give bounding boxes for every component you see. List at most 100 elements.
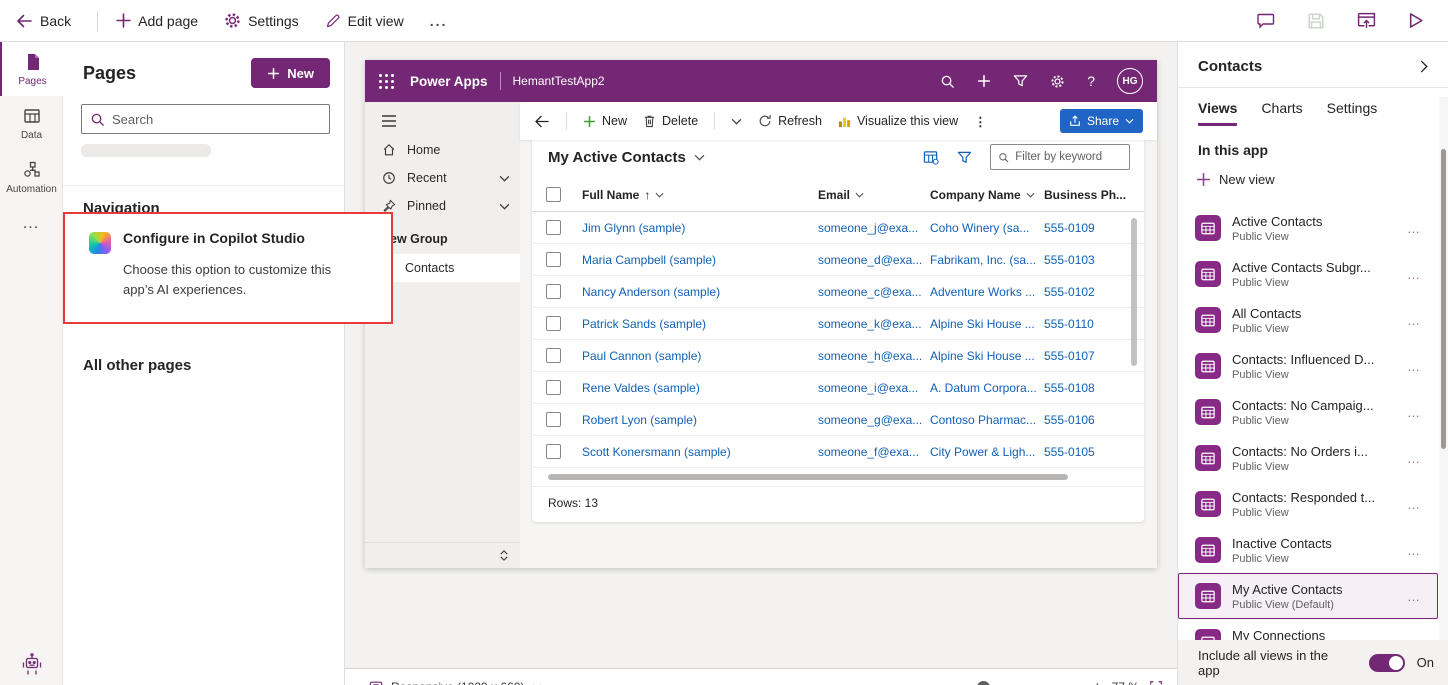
- app-gear-icon[interactable]: [1050, 74, 1065, 89]
- cell-full-name[interactable]: Robert Lyon (sample): [582, 413, 818, 427]
- panel-scrollbar-track[interactable]: [1439, 97, 1448, 640]
- cell-company[interactable]: City Power & Ligh...: [930, 445, 1044, 459]
- table-row[interactable]: Robert Lyon (sample) someone_g@exa... Co…: [532, 404, 1144, 436]
- table-row[interactable]: Patrick Sands (sample) someone_k@exa... …: [532, 308, 1144, 340]
- new-page-button[interactable]: New: [251, 58, 330, 88]
- rail-more-button[interactable]: ...: [0, 204, 62, 244]
- fit-to-screen-icon[interactable]: [1149, 680, 1163, 685]
- cell-email[interactable]: someone_g@exa...: [818, 413, 930, 427]
- select-all-checkbox[interactable]: [546, 187, 561, 202]
- table-row[interactable]: Nancy Anderson (sample) someone_c@exa...…: [532, 276, 1144, 308]
- avatar[interactable]: HG: [1117, 68, 1143, 94]
- tab-settings[interactable]: Settings: [1327, 100, 1378, 126]
- view-title-dropdown[interactable]: My Active Contacts: [548, 149, 705, 166]
- view-list-item[interactable]: Contacts: No Orders i... Public View …: [1178, 435, 1438, 481]
- cell-company[interactable]: A. Datum Corpora...: [930, 381, 1044, 395]
- row-checkbox[interactable]: [546, 412, 561, 427]
- cell-full-name[interactable]: Jim Glynn (sample): [582, 221, 818, 235]
- tab-views[interactable]: Views: [1198, 100, 1237, 126]
- cell-email[interactable]: someone_h@exa...: [818, 349, 930, 363]
- row-checkbox[interactable]: [546, 252, 561, 267]
- app-filter-icon[interactable]: [1013, 74, 1028, 88]
- hamburger-icon[interactable]: [365, 102, 520, 136]
- rail-item-pages[interactable]: Pages: [0, 42, 63, 96]
- zoom-slider-thumb[interactable]: [977, 681, 990, 685]
- cell-phone[interactable]: 555-0109: [1044, 221, 1128, 235]
- row-checkbox[interactable]: [546, 380, 561, 395]
- view-list-item[interactable]: My Connections Public View …: [1178, 619, 1438, 640]
- column-header-email[interactable]: Email: [818, 188, 930, 202]
- view-more-button[interactable]: …: [1407, 497, 1427, 512]
- view-list-item[interactable]: Contacts: Influenced D... Public View …: [1178, 343, 1438, 389]
- view-more-button[interactable]: …: [1407, 359, 1427, 374]
- table-row[interactable]: Paul Cannon (sample) someone_h@exa... Al…: [532, 340, 1144, 372]
- app-add-icon[interactable]: [977, 74, 991, 88]
- cell-phone[interactable]: 555-0107: [1044, 349, 1128, 363]
- tab-charts[interactable]: Charts: [1261, 100, 1302, 126]
- cell-full-name[interactable]: Patrick Sands (sample): [582, 317, 818, 331]
- nav-item-home[interactable]: Home: [365, 136, 520, 164]
- nav-collapse-control[interactable]: [365, 542, 520, 568]
- table-row[interactable]: Scott Konersmann (sample) someone_f@exa.…: [532, 436, 1144, 468]
- zoom-in-button[interactable]: +: [1093, 679, 1102, 685]
- view-list-item[interactable]: Inactive Contacts Public View …: [1178, 527, 1438, 573]
- command-chevron[interactable]: [731, 118, 742, 125]
- cell-company[interactable]: Contoso Pharmac...: [930, 413, 1044, 427]
- view-more-button[interactable]: …: [1407, 451, 1427, 466]
- view-more-button[interactable]: …: [1407, 589, 1427, 604]
- row-checkbox[interactable]: [546, 284, 561, 299]
- view-more-button[interactable]: …: [1407, 267, 1427, 282]
- table-row[interactable]: Maria Campbell (sample) someone_d@exa...…: [532, 244, 1144, 276]
- cell-phone[interactable]: 555-0110: [1044, 317, 1128, 331]
- row-checkbox[interactable]: [546, 220, 561, 235]
- pages-search-input[interactable]: [112, 112, 321, 127]
- collapse-panel-icon[interactable]: [1420, 60, 1428, 73]
- view-more-button[interactable]: …: [1407, 221, 1427, 236]
- cell-email[interactable]: someone_c@exa...: [818, 285, 930, 299]
- cell-phone[interactable]: 555-0106: [1044, 413, 1128, 427]
- cell-company[interactable]: Alpine Ski House ...: [930, 317, 1044, 331]
- cell-full-name[interactable]: Rene Valdes (sample): [582, 381, 818, 395]
- delete-button[interactable]: Delete: [643, 114, 698, 128]
- cell-company[interactable]: Adventure Works ...: [930, 285, 1044, 299]
- vertical-scrollbar[interactable]: [1131, 218, 1137, 366]
- filter-icon[interactable]: [957, 151, 972, 164]
- cell-phone[interactable]: 555-0105: [1044, 445, 1128, 459]
- cell-full-name[interactable]: Scott Konersmann (sample): [582, 445, 818, 459]
- cell-email[interactable]: someone_d@exa...: [818, 253, 930, 267]
- cell-email[interactable]: someone_k@exa...: [818, 317, 930, 331]
- table-row[interactable]: Rene Valdes (sample) someone_i@exa... A.…: [532, 372, 1144, 404]
- grid-back-button[interactable]: [534, 115, 550, 128]
- refresh-button[interactable]: Refresh: [758, 114, 822, 128]
- rail-item-data[interactable]: Data: [0, 96, 63, 150]
- cell-email[interactable]: someone_j@exa...: [818, 221, 930, 235]
- nav-item-recent[interactable]: Recent: [365, 164, 520, 192]
- cell-phone[interactable]: 555-0108: [1044, 381, 1128, 395]
- device-size-label[interactable]: Responsive (1029 x 660): [391, 680, 524, 685]
- view-list-item[interactable]: My Active Contacts Public View (Default)…: [1178, 573, 1438, 619]
- panel-scrollbar-thumb[interactable]: [1441, 149, 1446, 449]
- cell-email[interactable]: someone_f@exa...: [818, 445, 930, 459]
- zoom-out-button[interactable]: −: [944, 679, 953, 685]
- view-more-button[interactable]: …: [1407, 543, 1427, 558]
- cell-phone[interactable]: 555-0103: [1044, 253, 1128, 267]
- pages-search-box[interactable]: [81, 104, 330, 134]
- share-button[interactable]: Share: [1060, 109, 1143, 133]
- cell-phone[interactable]: 555-0102: [1044, 285, 1128, 299]
- horizontal-scrollbar[interactable]: [548, 474, 1068, 480]
- add-page-button[interactable]: Add page: [116, 13, 198, 29]
- publish-icon[interactable]: [1357, 12, 1376, 29]
- copilot-robot-icon[interactable]: [0, 651, 63, 685]
- cell-company[interactable]: Alpine Ski House ...: [930, 349, 1044, 363]
- rail-item-automation[interactable]: Automation: [0, 150, 63, 204]
- view-more-button[interactable]: …: [1407, 405, 1427, 420]
- edit-columns-icon[interactable]: [923, 150, 939, 165]
- cell-full-name[interactable]: Paul Cannon (sample): [582, 349, 818, 363]
- view-list-item[interactable]: Contacts: Responded t... Public View …: [1178, 481, 1438, 527]
- keyword-filter-box[interactable]: [990, 144, 1130, 170]
- cell-email[interactable]: someone_i@exa...: [818, 381, 930, 395]
- keyword-filter-input[interactable]: [1015, 151, 1122, 163]
- view-more-button[interactable]: …: [1407, 313, 1427, 328]
- column-header-full-name[interactable]: Full Name ↑: [582, 188, 818, 202]
- back-button[interactable]: Back: [16, 13, 71, 29]
